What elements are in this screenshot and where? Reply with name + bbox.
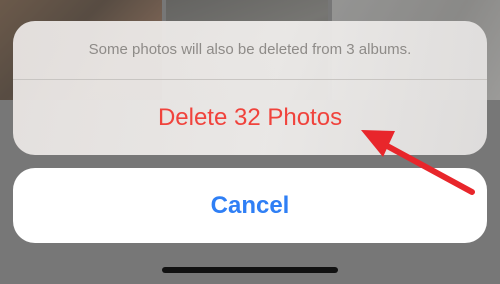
- photos-screen: Some photos will also be deleted from 3 …: [0, 0, 500, 284]
- home-indicator: [162, 267, 338, 273]
- delete-photos-button[interactable]: Delete 32 Photos: [13, 80, 487, 155]
- cancel-button[interactable]: Cancel: [13, 168, 487, 243]
- delete-action-sheet: Some photos will also be deleted from 3 …: [13, 21, 487, 155]
- sheet-message: Some photos will also be deleted from 3 …: [88, 41, 412, 58]
